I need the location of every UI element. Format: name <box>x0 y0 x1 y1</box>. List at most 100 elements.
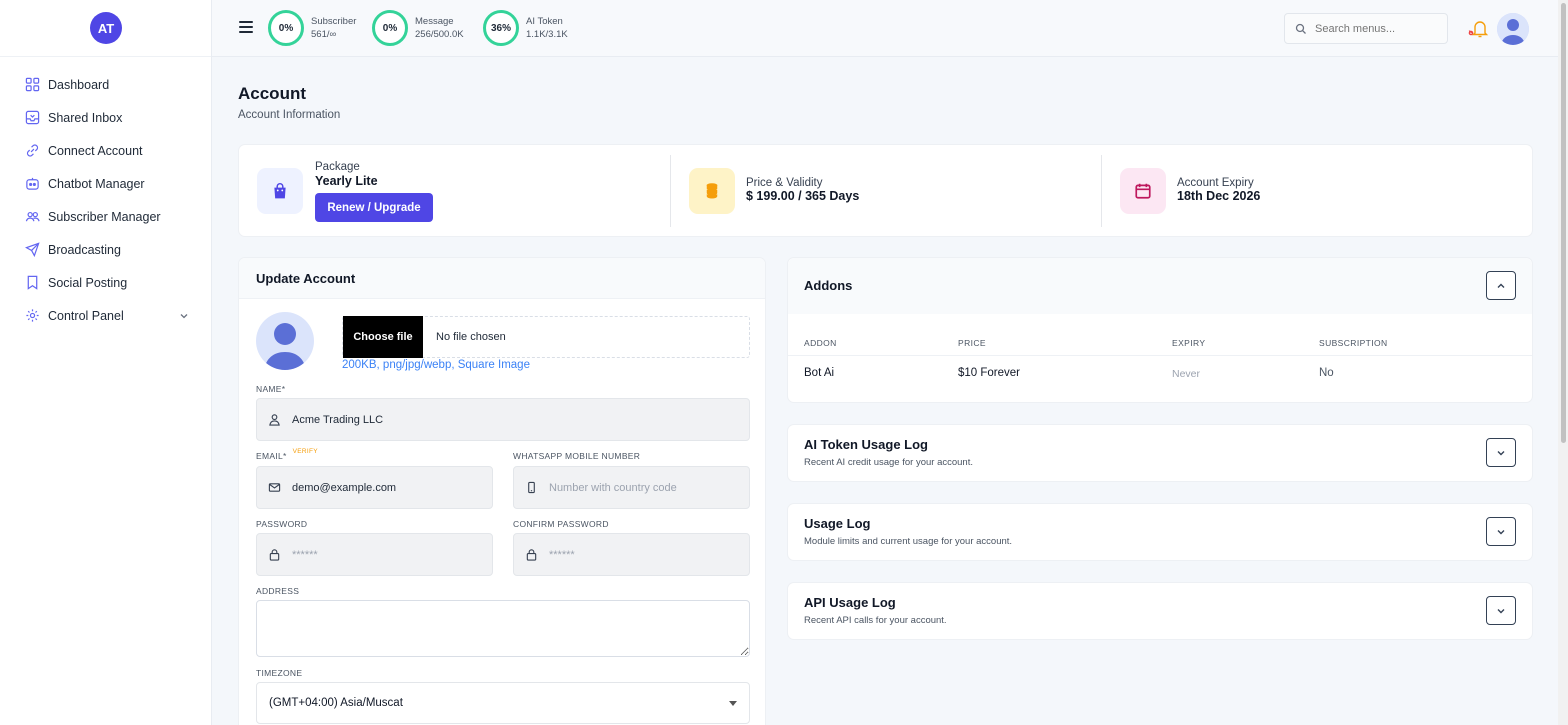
chevron-down-icon <box>1497 608 1505 613</box>
sidebar: AT Dashboard Shared Inbox Connect Accoun… <box>0 0 212 725</box>
chevron-down-icon <box>1497 529 1505 534</box>
sidebar-item-subscriber-manager[interactable]: Subscriber Manager <box>0 200 211 233</box>
stat-text: Subscriber 561/∞ <box>311 15 356 41</box>
price-value: $ 199.00 / 365 Days <box>746 189 860 203</box>
update-account-title: Update Account <box>239 258 765 299</box>
lock-icon <box>526 549 537 561</box>
price-summary: Price & Validity $ 199.00 / 365 Days <box>671 145 1101 238</box>
search-input[interactable] <box>1315 22 1435 35</box>
addons-card: Addons ADDON PRICE EXPIRY SUBSCRIPTION B… <box>787 257 1533 403</box>
sidebar-item-label: Social Posting <box>48 275 128 290</box>
log-title: API Usage Log <box>804 595 896 610</box>
bell-icon[interactable] <box>1467 18 1489 38</box>
sidebar-item-chatbot-manager[interactable]: Chatbot Manager <box>0 167 211 200</box>
whatsapp-input[interactable] <box>549 481 740 494</box>
search-box[interactable] <box>1284 13 1448 44</box>
confirm-password-label: CONFIRM PASSWORD <box>513 519 609 529</box>
sidebar-item-control-panel[interactable]: Control Panel <box>0 299 211 332</box>
whatsapp-field-wrap[interactable] <box>513 466 750 509</box>
sidebar-divider <box>0 56 211 57</box>
sidebar-item-label: Subscriber Manager <box>48 209 161 224</box>
page-title: Account <box>238 84 306 103</box>
name-input[interactable] <box>292 413 701 426</box>
ai-token-usage-log-card: AI Token Usage Log Recent AI credit usag… <box>787 424 1533 482</box>
calendar-icon <box>1135 183 1151 199</box>
profile-picture <box>256 312 314 370</box>
topbar: 0% Subscriber 561/∞ 0% Message 256/500.0… <box>212 0 1558 57</box>
expiry-summary: Account Expiry 18th Dec 2026 <box>1102 145 1532 238</box>
addon-subscription: No <box>1319 367 1334 379</box>
sidebar-item-connect-account[interactable]: Connect Account <box>0 134 211 167</box>
link-icon <box>26 144 39 157</box>
email-label: EMAIL* <box>256 451 287 461</box>
sidebar-item-label: Chatbot Manager <box>48 176 145 191</box>
brand-avatar[interactable]: AT <box>90 12 122 44</box>
mail-icon <box>268 483 281 492</box>
addons-collapse-button[interactable] <box>1486 271 1516 300</box>
stat-message: 0% Message 256/500.0K <box>372 10 464 46</box>
timezone-label: TIMEZONE <box>256 668 303 678</box>
file-upload[interactable]: Choose file No file chosen <box>342 316 750 358</box>
sidebar-item-broadcasting[interactable]: Broadcasting <box>0 233 211 266</box>
password-field-wrap[interactable] <box>256 533 493 576</box>
addons-header <box>788 258 1532 314</box>
stat-value: 561/∞ <box>311 29 337 40</box>
address-label: ADDRESS <box>256 586 300 596</box>
addon-price: $10 Forever <box>958 367 1021 379</box>
email-input[interactable] <box>292 481 483 494</box>
user-avatar-icon <box>264 323 306 370</box>
log-subtitle: Recent AI credit usage for your account. <box>804 457 973 468</box>
shopping-bag-icon <box>274 183 286 199</box>
choose-file-button[interactable]: Choose file <box>343 316 423 358</box>
grid-icon <box>25 77 40 92</box>
page-subtitle: Account Information <box>238 109 341 121</box>
timezone-select[interactable]: (GMT+04:00) Asia/Muscat <box>256 682 750 724</box>
sidebar-item-social-posting[interactable]: Social Posting <box>0 266 211 299</box>
stat-value: 1.1K/3.1K <box>526 29 568 40</box>
stat-subscriber: 0% Subscriber 561/∞ <box>268 10 356 46</box>
stat-text: AI Token 1.1K/3.1K <box>526 15 568 41</box>
inbox-icon <box>25 110 40 125</box>
column-header: SUBSCRIPTION <box>1319 338 1388 348</box>
expand-button[interactable] <box>1486 596 1516 625</box>
password-input[interactable] <box>292 548 483 561</box>
progress-ring: 0% <box>372 10 408 46</box>
expand-button[interactable] <box>1486 517 1516 546</box>
file-status: No file chosen <box>436 331 506 343</box>
menu-toggle-icon[interactable] <box>239 21 253 33</box>
sidebar-item-dashboard[interactable]: Dashboard <box>0 68 211 101</box>
price-label: Price & Validity <box>746 177 823 189</box>
expand-button[interactable] <box>1486 438 1516 467</box>
chevron-down-icon <box>180 313 188 318</box>
chevron-down-icon <box>1497 450 1505 455</box>
confirm-password-field-wrap[interactable] <box>513 533 750 576</box>
log-subtitle: Module limits and current usage for your… <box>804 536 1013 547</box>
bookmark-icon <box>27 275 38 290</box>
stat-text: Message 256/500.0K <box>415 15 464 41</box>
package-icon-wrap <box>257 168 303 214</box>
account-summary-card: Package Yearly Lite Renew / Upgrade Pric… <box>238 144 1533 237</box>
stat-value: 256/500.0K <box>415 29 464 40</box>
price-icon-wrap <box>689 168 735 214</box>
email-label-wrap: EMAIL* VERIFY <box>256 448 318 461</box>
renew-upgrade-button[interactable]: Renew / Upgrade <box>315 193 433 222</box>
sidebar-item-label: Control Panel <box>48 308 124 323</box>
name-field-wrap[interactable] <box>256 398 750 441</box>
timezone-value: (GMT+04:00) Asia/Muscat <box>269 697 403 709</box>
table-divider <box>788 355 1532 356</box>
column-header: EXPIRY <box>1172 338 1206 348</box>
whatsapp-label: WHATSAPP MOBILE NUMBER <box>513 451 641 461</box>
log-title: Usage Log <box>804 516 871 531</box>
update-account-card: Update Account Choose file No file chose… <box>238 257 766 725</box>
expiry-label: Account Expiry <box>1177 177 1254 189</box>
sidebar-item-shared-inbox[interactable]: Shared Inbox <box>0 101 211 134</box>
confirm-password-input[interactable] <box>549 548 740 561</box>
user-avatar[interactable] <box>1497 13 1529 45</box>
stat-label: AI Token <box>526 16 563 27</box>
package-label: Package <box>315 161 360 173</box>
verify-link[interactable]: VERIFY <box>293 448 318 455</box>
scrollbar-thumb[interactable] <box>1561 3 1566 443</box>
usage-log-card: Usage Log Module limits and current usag… <box>787 503 1533 561</box>
address-textarea[interactable] <box>256 600 750 657</box>
email-field-wrap[interactable] <box>256 466 493 509</box>
